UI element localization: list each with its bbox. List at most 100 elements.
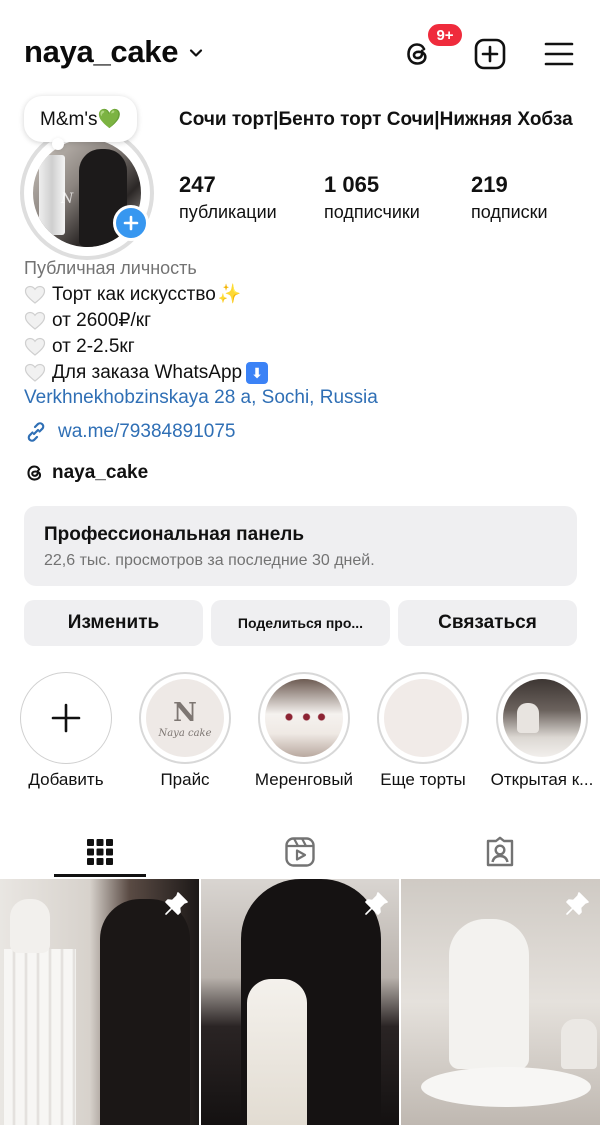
highlight-label: Добавить bbox=[28, 770, 104, 789]
link-icon bbox=[27, 422, 45, 442]
reels-icon bbox=[285, 837, 315, 867]
share-profile-button[interactable]: Поделиться про... bbox=[211, 600, 390, 646]
chevron-down-icon bbox=[190, 49, 203, 57]
bust-cake-shape bbox=[449, 919, 530, 1069]
down-arrow-icon: ⬇ bbox=[246, 362, 269, 384]
edit-profile-button[interactable]: Изменить bbox=[24, 600, 203, 646]
menu-button[interactable] bbox=[539, 34, 579, 74]
profile-actions: Изменить Поделиться про... Связаться bbox=[24, 600, 577, 646]
pin-icon bbox=[365, 892, 389, 915]
highlight-item[interactable]: Еще торты bbox=[367, 672, 479, 790]
create-post-button[interactable] bbox=[470, 34, 510, 74]
bio-text: от 2-2.5кг bbox=[52, 336, 135, 357]
story-highlights: Добавить N Naya cake Прайс Меренговый Ещ… bbox=[0, 672, 600, 792]
brand-logo-letter: N bbox=[173, 697, 197, 728]
bio-text: Торт как искусство bbox=[52, 284, 216, 305]
highlight-ring: N Naya cake bbox=[139, 672, 231, 764]
highlight-cover bbox=[503, 679, 581, 757]
profile-header: naya_cake 9+ bbox=[0, 0, 600, 100]
pin-icon bbox=[566, 892, 589, 915]
white-heart-icon bbox=[24, 337, 46, 356]
highlight-label: Прайс bbox=[160, 770, 210, 789]
highlight-cover bbox=[265, 679, 343, 757]
stat-value: 247 bbox=[179, 172, 216, 197]
professional-dashboard[interactable]: Профессиональная панель 22,6 тыс. просмо… bbox=[24, 506, 577, 586]
stat-label: подписчики bbox=[324, 202, 420, 222]
stat-value: 219 bbox=[471, 172, 508, 197]
column-cake-shape bbox=[4, 949, 76, 1125]
threads-profile-link[interactable]: naya_cake bbox=[24, 462, 148, 484]
highlight-cover: N Naya cake bbox=[146, 679, 224, 757]
username: naya_cake bbox=[24, 34, 179, 69]
white-heart-icon bbox=[24, 363, 46, 382]
contact-button[interactable]: Связаться bbox=[398, 600, 577, 646]
profile-note[interactable]: M&m's💚 bbox=[24, 96, 138, 150]
threads-icon bbox=[27, 465, 42, 481]
highlight-label: Еще торты bbox=[380, 770, 466, 789]
notification-badge: 9+ bbox=[426, 22, 464, 48]
stat-label: подписки bbox=[471, 202, 548, 222]
highlight-item[interactable]: Меренговый bbox=[248, 672, 360, 790]
post-thumbnail[interactable] bbox=[0, 879, 199, 1125]
plus-icon bbox=[123, 215, 139, 231]
stat-following[interactable]: 219 подписки bbox=[471, 172, 548, 223]
address-link[interactable]: Verkhnekhobzinskaya 28 a, Sochi, Russia bbox=[24, 387, 378, 409]
sparkles-icon: ✨ bbox=[217, 284, 242, 305]
highlight-ring bbox=[377, 672, 469, 764]
bio-text: Для заказа WhatsApp bbox=[52, 362, 243, 383]
plus-icon bbox=[51, 703, 81, 733]
highlight-ring bbox=[258, 672, 350, 764]
add-story-button[interactable] bbox=[113, 205, 149, 241]
stat-value: 1 065 bbox=[324, 172, 380, 197]
grid-icon bbox=[87, 839, 113, 865]
highlight-add[interactable]: Добавить bbox=[10, 672, 122, 790]
bio-line: от 2600₽/кг bbox=[24, 308, 268, 334]
tagged-icon bbox=[486, 836, 514, 867]
bust-shape bbox=[10, 899, 50, 953]
avatar-watermark: N bbox=[61, 191, 74, 207]
active-tab-indicator bbox=[54, 874, 146, 877]
stat-posts[interactable]: 247 публикации bbox=[179, 172, 277, 223]
category-label: Публичная личность bbox=[24, 258, 197, 278]
bio-line: от 2-2.5кг bbox=[24, 334, 268, 360]
tab-posts[interactable] bbox=[0, 826, 200, 878]
highlight-label: Открытая к... bbox=[490, 770, 594, 789]
bust-decor-shape bbox=[517, 703, 539, 733]
menu-icon bbox=[544, 42, 574, 66]
highlight-ring bbox=[496, 672, 588, 764]
post-thumbnail[interactable] bbox=[200, 879, 400, 1125]
stat-followers[interactable]: 1 065 подписчики bbox=[324, 172, 420, 223]
highlight-item[interactable]: N Naya cake Прайс bbox=[129, 672, 241, 790]
account-switcher[interactable]: naya_cake bbox=[24, 34, 204, 70]
bio: Торт как искусство ✨ от 2600₽/кг от 2-2.… bbox=[24, 282, 269, 386]
meringue-decor-shape bbox=[279, 709, 329, 725]
person-shape bbox=[100, 899, 190, 1125]
full-name: Сочи торт|Бенто торт Сочи|Нижняя Хобза bbox=[179, 109, 573, 130]
website-url: wa.me/79384891075 bbox=[58, 421, 236, 442]
white-heart-icon bbox=[24, 311, 46, 330]
highlight-cover bbox=[384, 679, 462, 757]
brand-logo-text: Naya cake bbox=[158, 727, 212, 739]
add-post-icon bbox=[474, 38, 506, 70]
small-bust-shape bbox=[561, 1019, 598, 1069]
stat-label: публикации bbox=[179, 202, 277, 222]
posts-grid bbox=[0, 879, 600, 1125]
bio-text: от 2600₽/кг bbox=[52, 310, 152, 331]
pro-panel-title: Профессиональная панель bbox=[44, 524, 305, 545]
post-thumbnail[interactable] bbox=[401, 879, 600, 1125]
highlight-add-circle bbox=[20, 672, 112, 764]
website-link[interactable]: wa.me/79384891075 bbox=[24, 420, 235, 444]
highlight-item[interactable]: Открытая к... bbox=[486, 672, 598, 790]
white-heart-icon bbox=[24, 285, 46, 304]
torso-cake-shape bbox=[246, 979, 307, 1125]
pin-icon bbox=[164, 892, 188, 915]
pro-panel-subtitle: 22,6 тыс. просмотров за последние 30 дне… bbox=[44, 552, 375, 569]
profile-tabs bbox=[0, 826, 600, 878]
cake-stand-shape bbox=[421, 1067, 592, 1107]
bio-line: Торт как искусство ✨ bbox=[24, 282, 268, 308]
highlight-label: Меренговый bbox=[254, 770, 354, 789]
bio-line: Для заказа WhatsApp ⬇ bbox=[24, 360, 269, 386]
tab-reels[interactable] bbox=[200, 826, 400, 878]
threads-handle: naya_cake bbox=[52, 462, 149, 483]
tab-tagged[interactable] bbox=[400, 826, 600, 878]
